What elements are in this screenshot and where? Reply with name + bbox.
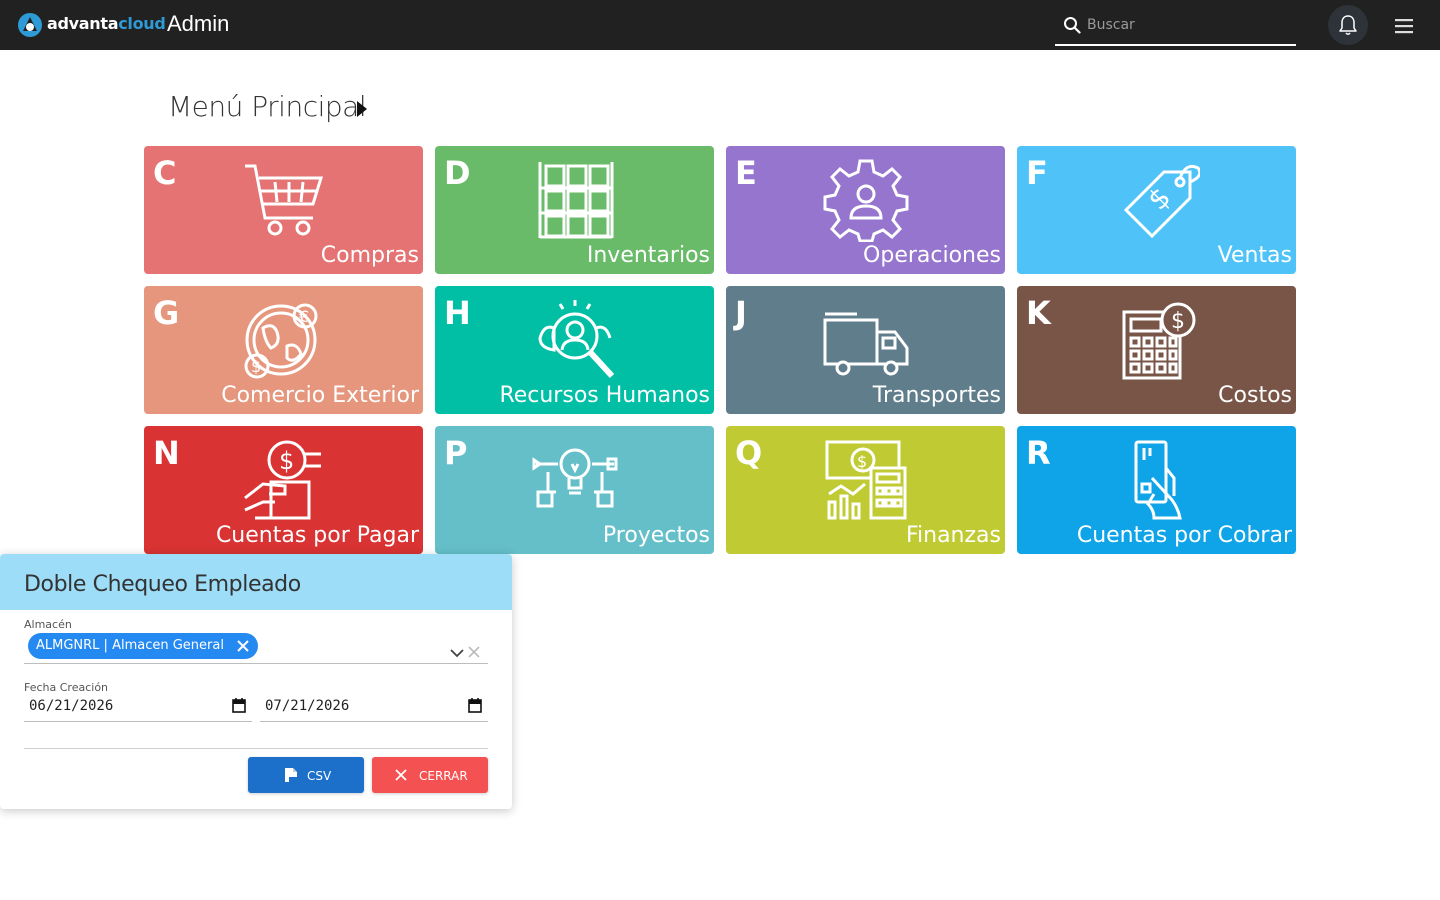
warehouse-chip[interactable]: ALMGNRL | Almacen General [28, 633, 258, 659]
tile-finanzas[interactable]: Q $ Finanzas [726, 426, 1005, 554]
tile-letter: Q [735, 434, 763, 472]
remove-chip-icon[interactable] [236, 639, 250, 653]
tile-label: Transportes [872, 383, 1001, 408]
card-payment-icon [1134, 440, 1182, 520]
tile-label: Operaciones [863, 243, 1001, 268]
inventory-boxes-icon [538, 162, 614, 239]
brand-logo-text[interactable]: advantacloud [47, 14, 166, 33]
tile-label: Finanzas [905, 523, 1001, 548]
svg-text:€: € [299, 307, 309, 326]
tile-label: Comercio Exterior [221, 383, 419, 408]
brand-part-1: advanta [47, 14, 119, 33]
date-from-value: 06/21/2026 [29, 698, 114, 714]
chip-label: ALMGNRL | Almacen General [36, 638, 224, 653]
tile-letter: D [444, 154, 471, 192]
svg-text:$: $ [857, 452, 867, 471]
tile-compras[interactable]: C Compras [144, 146, 423, 274]
top-bar: advantacloud Admin [0, 0, 1440, 50]
lightbulb-project-icon [532, 448, 618, 508]
module-grid: C Compras D Inventarios E Operaciones F … [144, 146, 1296, 554]
tile-letter: C [153, 154, 177, 192]
tile-letter: G [153, 294, 180, 332]
brand-part-2: cloud [118, 14, 166, 33]
close-label: CERRAR [419, 769, 468, 783]
tile-letter: R [1026, 434, 1051, 472]
dialog-header: Doble Chequeo Empleado [0, 554, 512, 610]
tile-inventarios[interactable]: D Inventarios [435, 146, 714, 274]
notifications-button[interactable] [1328, 5, 1368, 45]
close-button[interactable]: CERRAR [372, 757, 488, 793]
person-search-icon [538, 300, 615, 379]
calendar-icon[interactable] [232, 697, 246, 713]
tile-label: Recursos Humanos [499, 383, 710, 408]
csv-button[interactable]: CSV [248, 757, 364, 793]
tile-ventas[interactable]: F $ Ventas [1017, 146, 1296, 274]
app-title: Admin [167, 11, 230, 36]
hand-coin-icon: $ [244, 440, 321, 520]
price-tag-icon: $ [1123, 164, 1200, 239]
globe-currency-icon: € $ [244, 303, 318, 379]
tile-letter: F [1026, 154, 1048, 192]
tile-recursos-humanos[interactable]: H Recursos Humanos [435, 286, 714, 414]
search-icon [1064, 17, 1081, 34]
tile-letter: P [444, 434, 468, 472]
chevron-down-icon[interactable] [450, 648, 464, 658]
double-check-dialog: Doble Chequeo Empleado Almacén ALMGNRL |… [0, 554, 512, 809]
tile-letter: E [735, 154, 757, 192]
logo-icon[interactable] [16, 11, 44, 39]
svg-text:$: $ [279, 447, 294, 475]
tile-proyectos[interactable]: P Proyectos [435, 426, 714, 554]
tile-letter: J [735, 294, 747, 332]
date-to-value: 07/21/2026 [265, 698, 350, 714]
tile-label: Inventarios [586, 243, 710, 268]
shopping-cart-icon [245, 164, 324, 236]
tile-label: Cuentas por Cobrar [1076, 523, 1292, 548]
clear-icon[interactable] [468, 646, 480, 658]
csv-label: CSV [307, 769, 332, 783]
bell-icon [1339, 15, 1357, 35]
calculator-icon: $ [1122, 302, 1196, 380]
calendar-icon[interactable] [468, 697, 482, 713]
tile-label: Costos [1218, 383, 1292, 408]
tile-cuentas-por-pagar[interactable]: N $ Cuentas por Pagar [144, 426, 423, 554]
tile-label: Ventas [1217, 243, 1292, 268]
finance-calculator-icon: $ [825, 440, 907, 520]
tile-label: Proyectos [602, 523, 710, 548]
tile-cuentas-por-cobrar[interactable]: R Cuentas por Cobrar [1017, 426, 1296, 554]
svg-text:$: $ [251, 357, 261, 376]
truck-icon [823, 312, 909, 376]
tile-letter: K [1026, 294, 1051, 332]
tile-comercio-exterior[interactable]: G € $ Comercio Exterior [144, 286, 423, 414]
divider [24, 748, 488, 749]
menu-icon[interactable] [1393, 16, 1415, 36]
page-title: Menú Principal [168, 90, 367, 123]
date-to-input[interactable]: 07/21/2026 [260, 692, 488, 722]
tile-operaciones[interactable]: E Operaciones [726, 146, 1005, 274]
dialog-title: Doble Chequeo Empleado [24, 572, 301, 597]
tile-letter: H [444, 294, 471, 332]
svg-text:$: $ [1171, 309, 1185, 334]
search-box[interactable] [1055, 8, 1296, 46]
gear-user-icon [823, 159, 909, 242]
date-from-input[interactable]: 06/21/2026 [24, 692, 252, 722]
tile-transportes[interactable]: J Transportes [726, 286, 1005, 414]
warehouse-select[interactable]: ALMGNRL | Almacen General [24, 630, 488, 664]
tile-letter: N [153, 434, 180, 472]
tile-label: Compras [320, 243, 419, 268]
search-input[interactable] [1087, 12, 1287, 38]
csv-file-icon [285, 768, 299, 783]
close-icon [395, 769, 407, 781]
tile-costos[interactable]: K $ Costos [1017, 286, 1296, 414]
svg-text:$: $ [1141, 181, 1177, 217]
tile-label: Cuentas por Pagar [215, 523, 419, 548]
caret-right-icon[interactable] [356, 100, 368, 118]
